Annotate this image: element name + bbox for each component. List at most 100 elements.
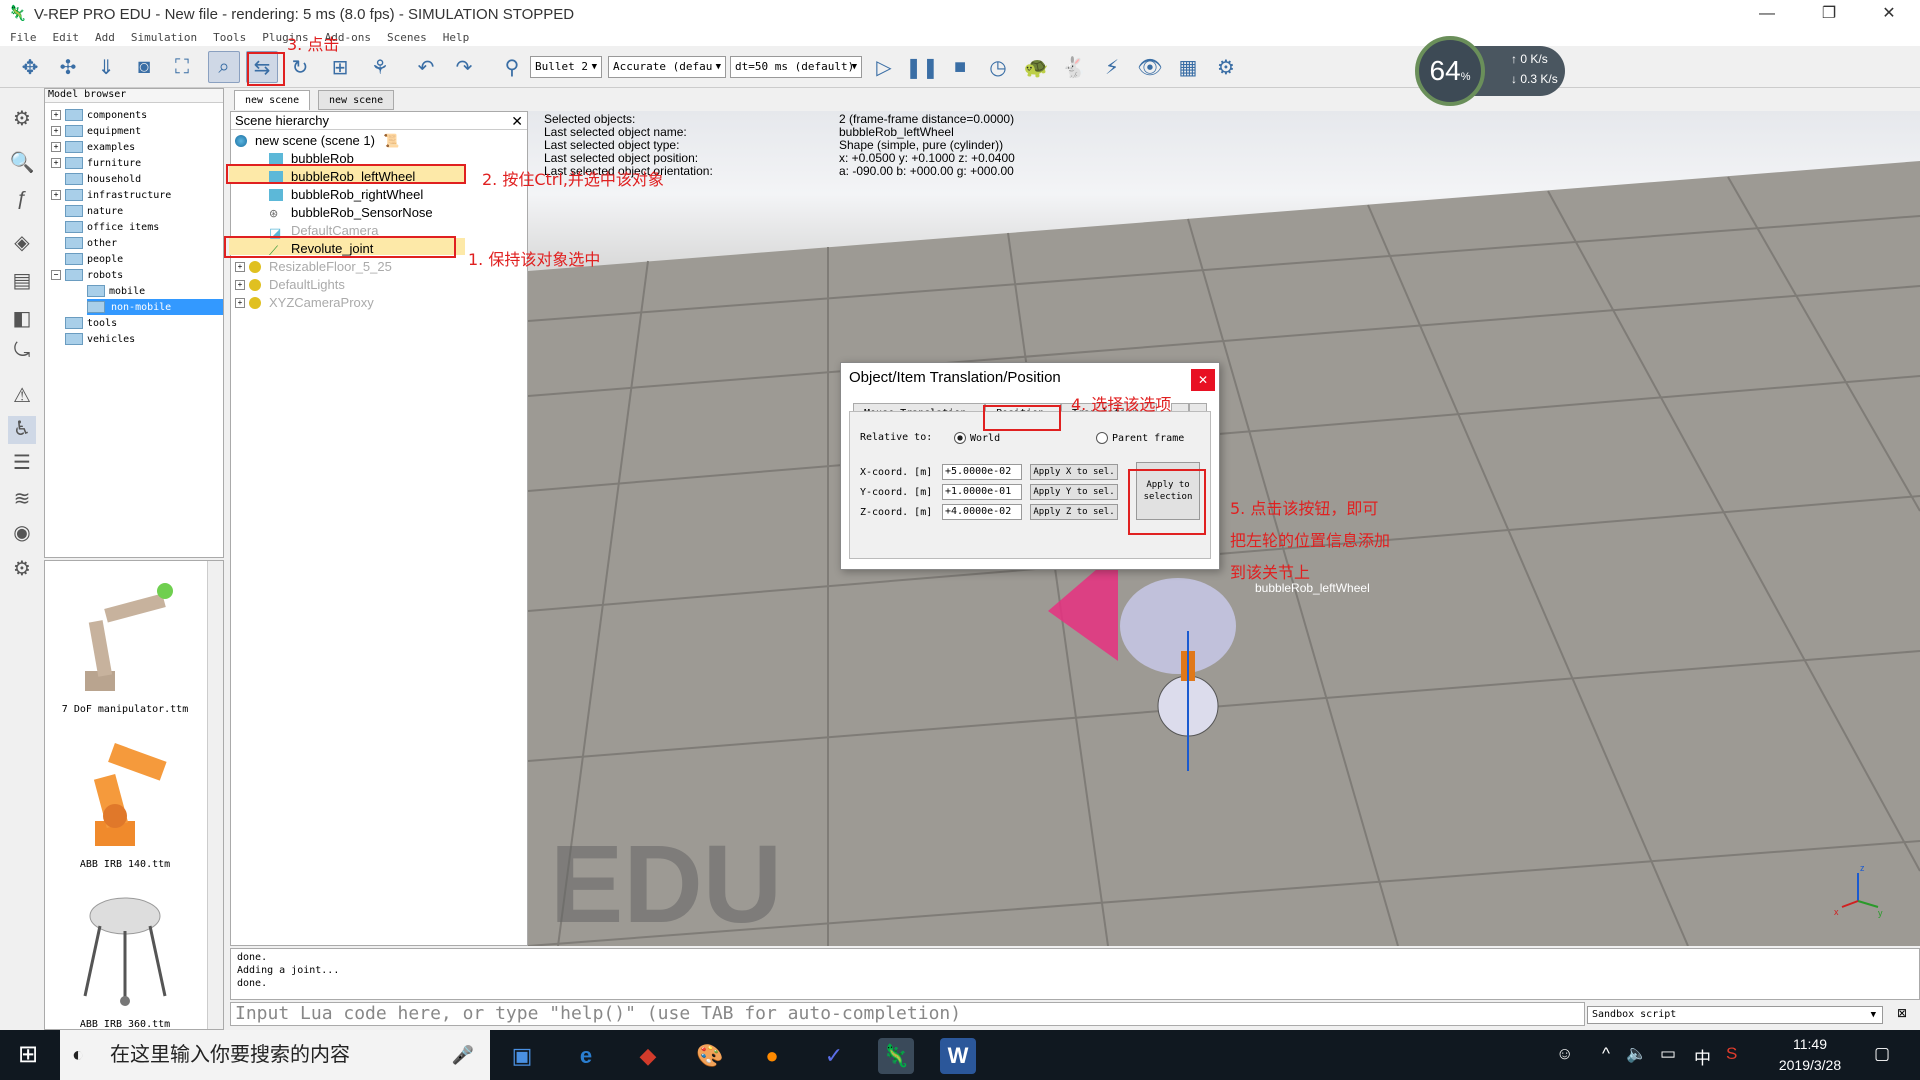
simulation-settings-icon[interactable]: ⚙ — [8, 106, 36, 134]
hierarchy-icon[interactable]: ☰ — [8, 450, 36, 478]
volume-icon[interactable]: 🔈 — [1626, 1044, 1647, 1064]
radio-parent-frame[interactable]: Parent frame — [1096, 432, 1184, 444]
visualization-icon[interactable]: 👁 — [1134, 51, 1166, 83]
hierarchy-item-floor[interactable]: + ResizableFloor_5_25 — [235, 258, 392, 275]
restore-button[interactable]: ❐ — [1806, 0, 1852, 28]
pause-simulation-icon[interactable]: ❚❚ — [905, 51, 939, 83]
menu-file[interactable]: File — [10, 31, 37, 44]
sogou-ime-icon[interactable]: S — [1726, 1044, 1737, 1064]
video-recorder-icon[interactable]: ◉ — [8, 520, 36, 548]
scripts-icon[interactable]: ƒ — [8, 188, 36, 216]
layers-icon[interactable]: ▤ — [8, 268, 36, 296]
mb-item-non-mobile[interactable]: non-mobile — [87, 299, 223, 315]
layer-stack-icon[interactable]: ≋ — [8, 486, 36, 514]
realtime-icon[interactable]: ◷ — [982, 51, 1014, 83]
faster-icon[interactable]: 🐇 — [1058, 51, 1090, 83]
task-view-icon[interactable]: ▣ — [504, 1038, 540, 1074]
mb-item-nature[interactable]: nature — [65, 203, 123, 219]
scene-selector-icon[interactable]: ⚙ — [1210, 51, 1242, 83]
hierarchy-item-rightwheel[interactable]: bubbleRob_rightWheel — [269, 186, 423, 203]
ik-icon[interactable]: ⚠ — [8, 383, 36, 411]
close-console-icon[interactable]: ⊠ — [1893, 1006, 1911, 1024]
camera-shift-icon[interactable]: ⇓ — [90, 51, 122, 83]
people-icon[interactable]: ☺ — [1556, 1044, 1573, 1064]
close-window-button[interactable]: ✕ — [1866, 0, 1912, 28]
start-simulation-icon[interactable]: ▷ — [868, 51, 900, 83]
mb-item-components[interactable]: + components — [51, 107, 147, 123]
menu-scenes[interactable]: Scenes — [387, 31, 427, 44]
apply-x-button[interactable]: Apply X to sel. — [1030, 464, 1118, 480]
mb-item-office-items[interactable]: office items — [65, 219, 159, 235]
tab-new-scene-1[interactable]: new scene — [234, 90, 311, 110]
minimize-button[interactable]: — — [1744, 0, 1790, 28]
hierarchy-item-sensornose[interactable]: ⊛ bubbleRob_SensorNose — [269, 204, 433, 221]
threaded-rendering-icon[interactable]: ⚡ — [1096, 51, 1128, 83]
taskbar-search[interactable]: ◐ 在这里输入你要搜索的内容 🎤 — [60, 1030, 490, 1080]
mb-item-infrastructure[interactable]: + infrastructure — [51, 187, 171, 203]
office-app-icon[interactable]: ◆ — [630, 1038, 666, 1074]
y-coord-input[interactable]: +1.0000e-01 — [942, 484, 1022, 500]
mb-item-people[interactable]: people — [65, 251, 123, 267]
mb-item-robots[interactable]: − robots — [51, 267, 123, 283]
engine-select[interactable]: Bullet 2 — [530, 56, 602, 78]
kite-app-icon[interactable]: ✓ — [816, 1038, 852, 1074]
mb-item-examples[interactable]: + examples — [51, 139, 135, 155]
mb-item-equipment[interactable]: + equipment — [51, 123, 141, 139]
hierarchy-item-lights[interactable]: + DefaultLights — [235, 276, 345, 293]
hierarchy-close-icon[interactable]: ✕ — [511, 112, 523, 130]
scene-viewport[interactable]: Selected objects: Last selected object n… — [528, 111, 1920, 946]
thumb-abb-irb-140[interactable]: ABB IRB 140.ttm — [55, 726, 195, 870]
timestep-select[interactable]: dt=50 ms (default) — [730, 56, 862, 78]
camera-rotate-icon[interactable]: ✣ — [52, 51, 84, 83]
hierarchy-item-cameraproxy[interactable]: + XYZCameraProxy — [235, 294, 374, 311]
undo-icon[interactable]: ↶ — [410, 51, 442, 83]
word-icon[interactable]: W — [940, 1038, 976, 1074]
notifications-icon[interactable]: ▢ — [1874, 1044, 1890, 1064]
menu-edit[interactable]: Edit — [53, 31, 80, 44]
mb-item-vehicles[interactable]: vehicles — [65, 331, 135, 347]
script-selector[interactable]: Sandbox script ▼ — [1587, 1006, 1883, 1024]
camera-pan-icon[interactable]: ✥ — [14, 51, 46, 83]
mb-item-mobile[interactable]: mobile — [87, 283, 145, 299]
shape-edit-icon[interactable]: ◈ — [8, 230, 36, 258]
tab-new-scene-2[interactable]: new scene — [318, 90, 395, 110]
scene-page-icon[interactable]: ▦ — [1172, 51, 1204, 83]
edge-browser-icon[interactable]: e — [568, 1038, 604, 1074]
search-icon[interactable]: 🔍 — [8, 150, 36, 178]
network-icon[interactable]: ▭ — [1660, 1044, 1676, 1064]
mb-item-household[interactable]: household — [65, 171, 141, 187]
thumbnails-scrollbar[interactable] — [207, 561, 223, 1029]
collections-icon[interactable]: ◧ — [8, 306, 36, 334]
z-coord-input[interactable]: +4.0000e-02 — [942, 504, 1022, 520]
assemble-icon[interactable]: ⊞ — [324, 51, 356, 83]
x-coord-input[interactable]: +5.0000e-02 — [942, 464, 1022, 480]
menu-add[interactable]: Add — [95, 31, 115, 44]
user-settings-icon[interactable]: ⚙ — [8, 556, 36, 584]
camera-angle-icon[interactable]: ◙ — [128, 51, 160, 83]
taskbar-clock[interactable]: 11:49 2019/3/28 — [1770, 1034, 1850, 1076]
stop-simulation-icon[interactable]: ■ — [944, 51, 976, 83]
paint-app-icon[interactable]: 🎨 — [692, 1038, 728, 1074]
windows-start-icon[interactable]: ⊞ — [0, 1030, 56, 1080]
menu-tools[interactable]: Tools — [213, 31, 246, 44]
model-browser-icon[interactable]: ♿ — [8, 416, 36, 444]
dialog-close-button[interactable]: ✕ — [1191, 369, 1215, 391]
ime-indicator[interactable]: 中 — [1694, 1044, 1711, 1069]
accuracy-select[interactable]: Accurate (defau — [608, 56, 726, 78]
thumb-abb-irb-360[interactable]: ABB IRB 360.ttm — [55, 886, 195, 1030]
redo-icon[interactable]: ↷ — [448, 51, 480, 83]
menu-help[interactable]: Help — [443, 31, 470, 44]
mb-item-furniture[interactable]: + furniture — [51, 155, 141, 171]
hierarchy-root[interactable]: new scene (scene 1) 📜 — [235, 132, 399, 149]
mb-item-tools[interactable]: tools — [65, 315, 117, 331]
transfer-dna-icon[interactable]: ⚘ — [364, 51, 396, 83]
radio-world[interactable]: World — [954, 432, 1000, 444]
object-rotate-icon[interactable]: ↻ — [284, 51, 316, 83]
fit-to-view-icon[interactable]: ⛶ — [166, 51, 198, 83]
thumb-7dof-manipulator[interactable]: 7 DoF manipulator.ttm — [55, 571, 195, 715]
apply-z-button[interactable]: Apply Z to sel. — [1030, 504, 1118, 520]
firefox-icon[interactable]: ● — [754, 1038, 790, 1074]
tray-expand-icon[interactable]: ^ — [1602, 1044, 1610, 1064]
vrep-taskbar-icon[interactable]: 🦎 — [878, 1038, 914, 1074]
apply-y-button[interactable]: Apply Y to sel. — [1030, 484, 1118, 500]
